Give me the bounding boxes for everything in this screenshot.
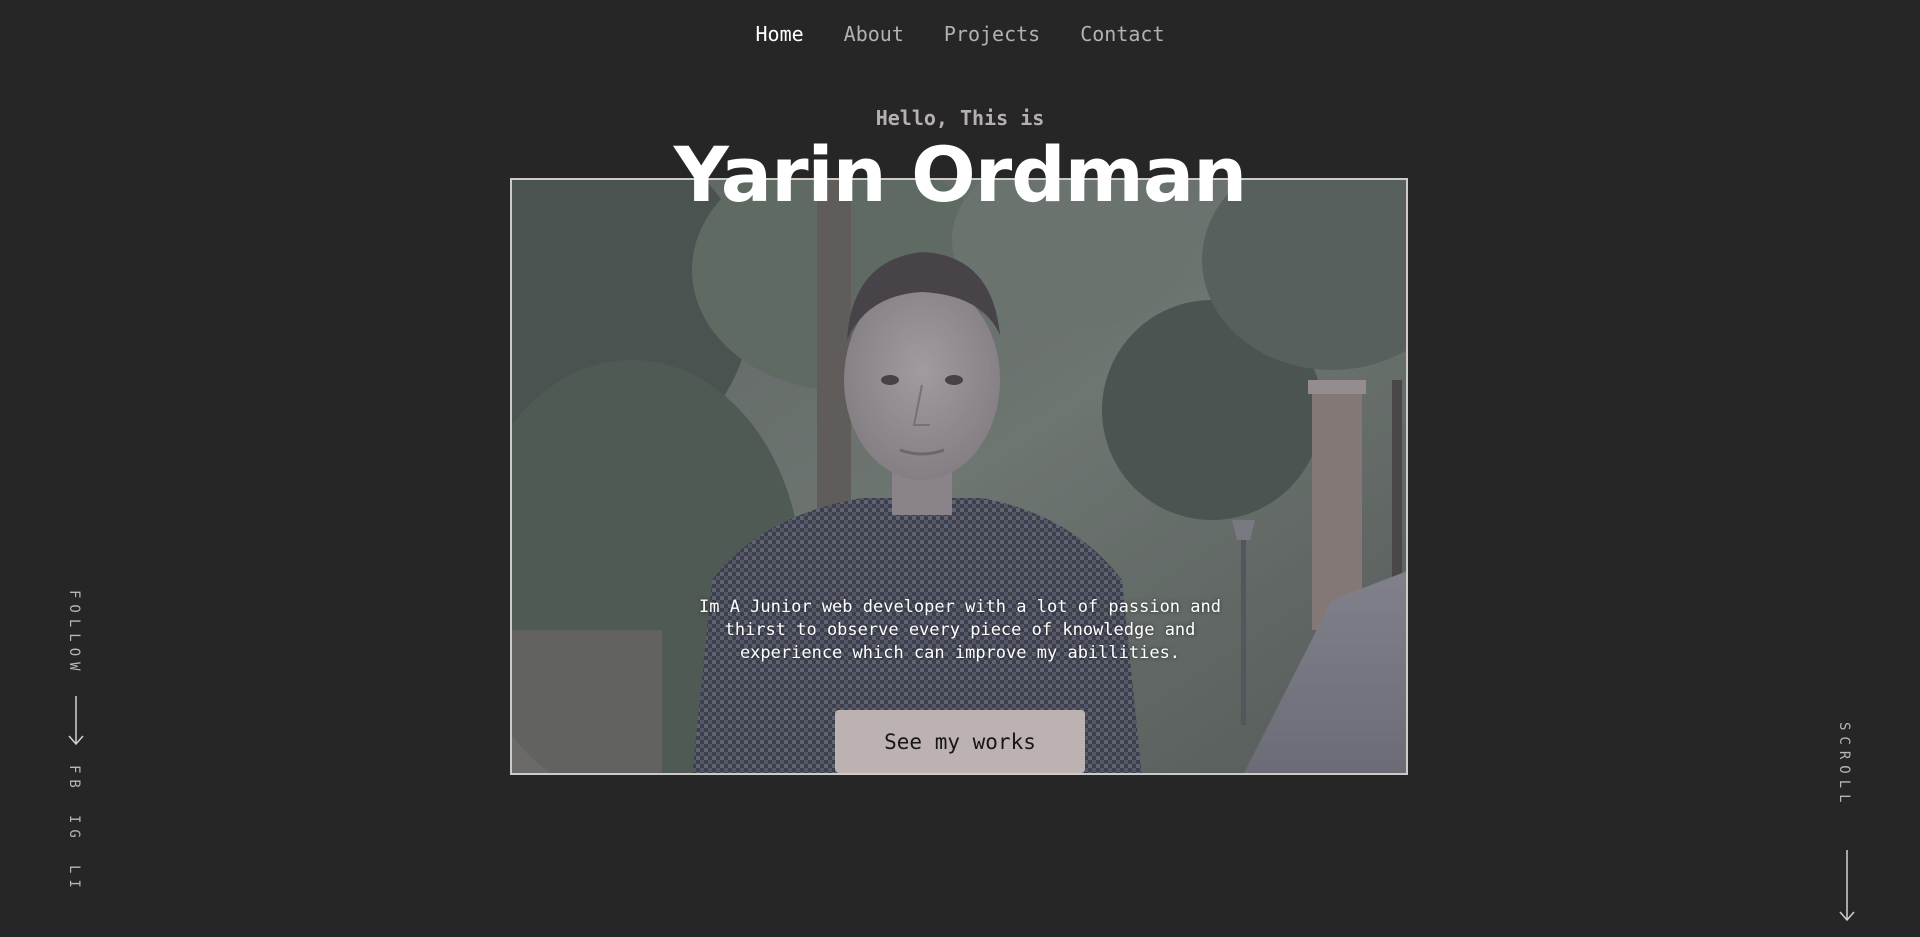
scroll-label: SCROLL [1836,722,1852,809]
see-my-works-button[interactable]: See my works [835,710,1085,773]
social-link-ig[interactable]: IG [66,815,82,844]
hero-name: Yarin Ordman [673,130,1248,219]
nav-about[interactable]: About [844,18,904,50]
follow-rail: FOLLOW FB IG LI [64,590,88,900]
profile-photo-illustration [512,180,1406,773]
nav-contact[interactable]: Contact [1080,18,1164,50]
main-nav: Home About Projects Contact [0,18,1920,50]
profile-photo [510,178,1408,775]
follow-label: FOLLOW [66,590,82,677]
nav-home[interactable]: Home [755,18,803,50]
hero-greeting: Hello, This is [875,106,1045,130]
social-link-li[interactable]: LI [66,865,82,894]
nav-projects[interactable]: Projects [944,18,1040,50]
arrow-down-icon [66,696,86,750]
arrow-down-icon [1837,850,1857,926]
social-link-fb[interactable]: FB [66,765,82,794]
hero-intro-text: Im A Junior web developer with a lot of … [699,597,1221,663]
scroll-indicator[interactable]: SCROLL [1834,722,1858,922]
